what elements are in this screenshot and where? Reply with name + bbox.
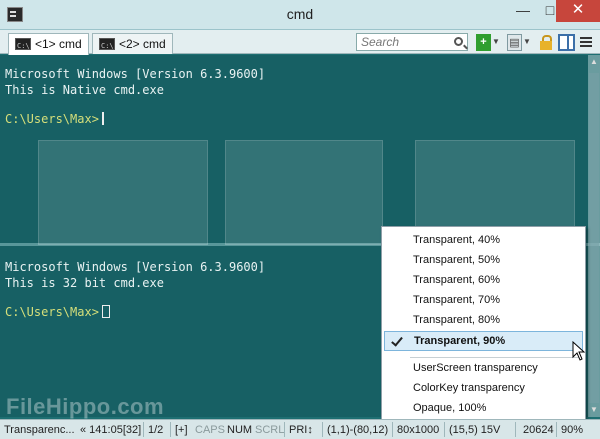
checkmark-icon <box>391 334 403 347</box>
tab-console-1[interactable]: <1> cmd <box>8 33 89 56</box>
tab-label: <1> cmd <box>35 37 82 51</box>
status-caps[interactable]: CAPS <box>195 423 225 437</box>
console-output-line: Microsoft Windows [Version 6.3.9600] <box>5 260 266 274</box>
console-output-line: Microsoft Windows [Version 6.3.9600] <box>5 67 266 81</box>
console-prompt: C:\Users\Max> <box>5 112 99 126</box>
menu-item-transparent-80[interactable]: Transparent, 80% <box>384 311 583 331</box>
console-prompt-line: C:\Users\Max> <box>5 305 110 320</box>
search-placeholder: Search <box>361 35 400 49</box>
search-icon[interactable] <box>454 37 463 46</box>
console-pane-top[interactable]: Microsoft Windows [Version 6.3.9600] Thi… <box>0 55 600 245</box>
status-bar: Transparenc... « 141:05[32] 1/2 [+] CAPS… <box>0 419 600 439</box>
scroll-down-icon[interactable]: ▼ <box>588 403 600 417</box>
text-cursor <box>101 305 110 318</box>
minimize-button[interactable]: — <box>509 0 537 22</box>
lock-icon[interactable] <box>540 34 552 51</box>
menu-item-transparent-90[interactable]: Transparent, 90% <box>384 331 583 351</box>
status-num[interactable]: NUM <box>227 423 252 437</box>
status-console-index[interactable]: 1/2 <box>148 423 163 437</box>
menu-item-transparent-70[interactable]: Transparent, 70% <box>384 291 583 311</box>
status-priority[interactable]: PRI↕ <box>289 423 313 437</box>
console-output-line: This is 32 bit cmd.exe <box>5 276 164 290</box>
menu-item-transparent-50[interactable]: Transparent, 50% <box>384 251 583 271</box>
status-flag[interactable]: [+] <box>175 423 188 437</box>
status-zoom[interactable]: 90% <box>561 423 583 437</box>
status-scrl[interactable]: SCRL <box>255 423 284 437</box>
watermark: FileHippo.com <box>6 394 165 419</box>
close-button[interactable]: ✕ <box>556 0 600 22</box>
console-list-dropdown-icon[interactable]: ▼ <box>523 34 531 51</box>
status-selection-coords: (1,1)-(80,12) <box>327 424 389 436</box>
vertical-scrollbar[interactable]: ▲ ▼ <box>588 55 600 417</box>
menu-item-opaque-100[interactable]: Opaque, 100% <box>384 399 583 419</box>
console-list-button[interactable]: ▤ <box>507 34 522 51</box>
console-output-line: This is Native cmd.exe <box>5 83 164 97</box>
hamburger-menu-icon[interactable] <box>580 34 592 51</box>
menu-item-label: Transparent, 90% <box>414 335 506 347</box>
tab-console-2[interactable]: <2> cmd <box>92 33 173 56</box>
console-prompt-line: C:\Users\Max> <box>5 112 104 127</box>
new-console-dropdown-icon[interactable]: ▼ <box>492 34 500 51</box>
transparency-menu: Transparent, 40% Transparent, 50% Transp… <box>381 226 586 420</box>
scroll-thumb[interactable] <box>589 73 599 403</box>
menu-item-colorkey-transparency[interactable]: ColorKey transparency <box>384 379 583 399</box>
tab-label: <2> cmd <box>119 37 166 51</box>
status-cursor-info: (15,5) 15V <box>449 424 501 436</box>
console-tab-icon <box>99 36 115 56</box>
tab-bar: <1> cmd <2> cmd Search + ▼ ▤ ▼ <box>0 30 600 56</box>
console-tab-icon <box>15 36 31 56</box>
status-mode[interactable]: Transparenc... <box>4 423 75 437</box>
background-thumbnail <box>225 140 383 245</box>
menu-item-transparent-60[interactable]: Transparent, 60% <box>384 271 583 291</box>
status-position: « 141:05[32] <box>80 424 142 436</box>
status-pid: 20624 <box>523 424 554 436</box>
background-thumbnail <box>38 140 208 245</box>
status-buffer-size: 80x1000 <box>397 424 440 436</box>
console-prompt: C:\Users\Max> <box>5 305 99 319</box>
scroll-up-icon[interactable]: ▲ <box>588 55 600 69</box>
search-input[interactable]: Search <box>356 33 468 51</box>
split-view-icon[interactable] <box>558 34 575 51</box>
menu-separator <box>410 357 582 358</box>
text-cursor <box>101 112 104 125</box>
menu-item-transparent-40[interactable]: Transparent, 40% <box>384 231 583 251</box>
new-console-button[interactable]: + <box>476 34 491 51</box>
menu-item-userscreen-transparency[interactable]: UserScreen transparency <box>384 359 583 379</box>
mouse-pointer-icon <box>572 341 586 361</box>
title-bar: cmd — □ ✕ <box>0 0 600 30</box>
